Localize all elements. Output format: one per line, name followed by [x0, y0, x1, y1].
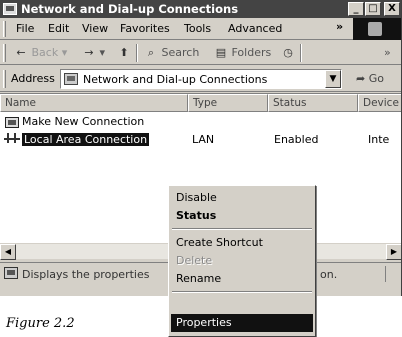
menu-advanced[interactable]: Advanced	[228, 22, 282, 35]
up-folder-button[interactable]: ⬆	[117, 46, 131, 59]
menu-item-disable[interactable]: Disable	[171, 189, 313, 207]
search-icon: ⌕	[147, 46, 155, 59]
item-name: Make New Connection	[22, 115, 145, 128]
toolbar-separator	[136, 44, 138, 62]
item-status: Enabled	[274, 133, 319, 146]
menu-overflow-chevron[interactable]: »	[336, 20, 343, 33]
list-item[interactable]: Make New Connection	[0, 114, 401, 131]
menu-bar: File Edit View Favorites Tools Advanced …	[0, 18, 401, 40]
forward-arrow-icon: →	[84, 46, 94, 59]
column-header-device[interactable]: Device	[358, 94, 401, 112]
menu-separator	[172, 228, 312, 230]
figure-caption: Figure 2.2	[6, 316, 75, 331]
item-type: LAN	[192, 133, 215, 146]
network-folder-icon	[3, 3, 17, 15]
minimize-button[interactable]: _	[348, 2, 364, 16]
menu-tools[interactable]: Tools	[184, 22, 211, 35]
address-field[interactable]: Network and Dial-up Connections ▼	[60, 69, 342, 89]
close-button[interactable]: X	[384, 2, 400, 16]
address-label: Address	[11, 72, 55, 85]
maximize-button[interactable]: □	[365, 2, 381, 16]
menu-edit[interactable]: Edit	[48, 22, 69, 35]
up-folder-icon: ⬆	[119, 46, 129, 59]
new-connection-icon	[5, 117, 19, 128]
menu-item-rename[interactable]: Rename	[171, 270, 313, 288]
menu-favorites[interactable]: Favorites	[120, 22, 170, 35]
go-button[interactable]: ➦ Go	[356, 72, 384, 85]
folders-icon: ▤	[215, 46, 227, 59]
status-text: Displays the properties	[22, 268, 150, 281]
windows-flag-icon	[368, 22, 382, 36]
windows-logo	[353, 18, 401, 40]
toolbar-grip[interactable]	[3, 44, 6, 62]
menu-item-status[interactable]: Status	[171, 207, 313, 225]
back-dropdown-icon: ▾	[61, 46, 68, 59]
go-label: Go	[368, 72, 384, 85]
menu-item-create-shortcut[interactable]: Create Shortcut	[171, 234, 313, 252]
column-header-type[interactable]: Type	[188, 94, 268, 112]
menu-item-delete: Delete	[176, 254, 213, 267]
address-bar: Address Network and Dial-up Connections …	[0, 66, 401, 92]
scroll-left-icon[interactable]: ◀	[0, 244, 16, 260]
folders-button[interactable]: ▤ Folders	[214, 46, 271, 59]
search-label: Search	[161, 46, 200, 59]
toolbar-separator	[300, 44, 302, 62]
standard-toolbar: ← Back ▾ → ▾ ⬆ ⌕ Search ▤ Folders ◷ »	[0, 41, 401, 65]
search-button[interactable]: ⌕ Search	[144, 46, 199, 60]
scroll-right-icon[interactable]: ▶	[386, 244, 401, 260]
list-item[interactable]: Local Area Connection LAN Enabled Inte	[0, 132, 401, 149]
folders-label: Folders	[231, 46, 272, 59]
lan-connection-icon	[4, 133, 20, 143]
forward-dropdown-icon: ▾	[99, 46, 106, 59]
column-header-status[interactable]: Status	[268, 94, 358, 112]
column-header-name[interactable]: Name	[0, 94, 188, 112]
history-icon: ◷	[283, 46, 293, 59]
window-title: Network and Dial-up Connections	[21, 2, 239, 16]
context-menu: Disable Status Create Shortcut Delete Re…	[168, 185, 316, 337]
address-dropdown-button[interactable]: ▼	[325, 70, 341, 88]
menubar-grip[interactable]	[3, 21, 6, 37]
back-label: Back	[31, 46, 59, 59]
menu-item-properties[interactable]: Properties	[171, 314, 313, 332]
toolbar-overflow-chevron[interactable]: »	[384, 46, 391, 59]
network-folder-icon	[64, 73, 78, 85]
back-button[interactable]: ← Back ▾	[14, 46, 67, 59]
go-arrow-icon: ➦	[356, 72, 366, 85]
menu-separator	[172, 291, 312, 293]
status-pane-divider	[385, 266, 386, 282]
menu-file[interactable]: File	[16, 22, 34, 35]
menu-view[interactable]: View	[82, 22, 108, 35]
addressbar-grip[interactable]	[3, 70, 6, 88]
forward-button[interactable]: → ▾	[82, 46, 105, 59]
status-text-tail: on.	[320, 268, 338, 281]
title-bar[interactable]: Network and Dial-up Connections _ □ X	[0, 0, 401, 18]
item-device: Inte	[368, 133, 390, 146]
status-icon	[4, 267, 18, 279]
history-button[interactable]: ◷	[281, 46, 295, 59]
address-value: Network and Dial-up Connections	[83, 73, 268, 86]
back-arrow-icon: ←	[16, 46, 26, 59]
item-name: Local Area Connection	[22, 133, 150, 146]
